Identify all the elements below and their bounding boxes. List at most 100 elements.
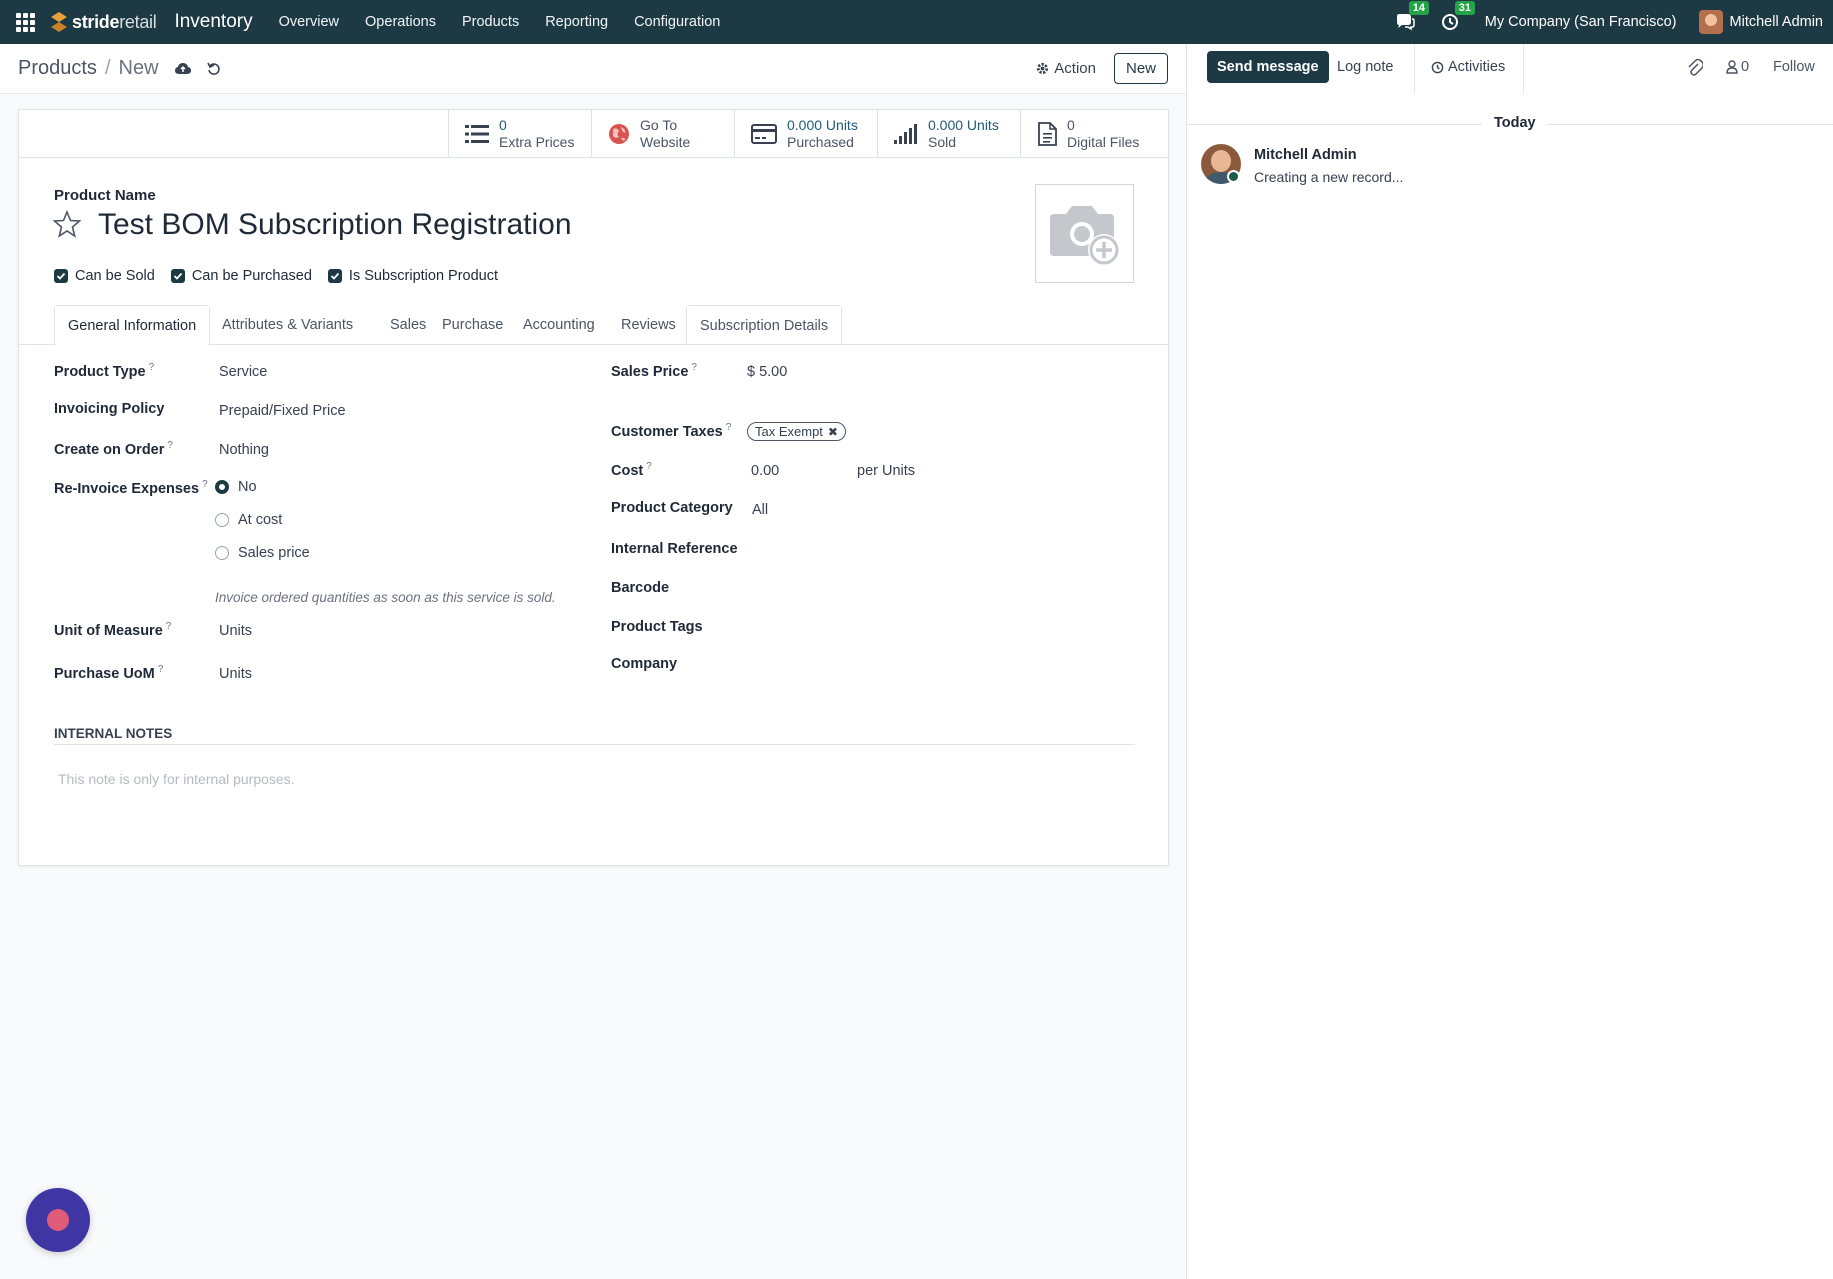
sales-price-label: Sales Price? [611, 362, 697, 380]
online-status-icon [1227, 170, 1240, 183]
purchased-button[interactable]: 0.000 Units Purchased [734, 110, 877, 158]
help-tooltip-icon[interactable]: ? [166, 621, 172, 632]
create-on-order-field[interactable]: Nothing [219, 442, 269, 458]
uom-field[interactable]: Units [219, 623, 252, 639]
company-switcher[interactable]: My Company (San Francisco) [1485, 14, 1677, 30]
brand-logo[interactable]: strideretail [50, 11, 157, 33]
user-icon [1726, 60, 1738, 74]
new-record-button[interactable]: New [1113, 53, 1168, 84]
barcode-field[interactable] [752, 580, 1132, 600]
product-type-label: Product Type? [54, 362, 155, 380]
help-tooltip-icon[interactable]: ? [646, 461, 652, 472]
product-image-upload[interactable] [1035, 184, 1134, 283]
nav-menu-operations[interactable]: Operations [365, 14, 436, 30]
remove-tag-icon[interactable]: ✖ [828, 425, 838, 439]
breadcrumb: Products / New [18, 57, 159, 80]
purchase-uom-field[interactable]: Units [219, 666, 252, 682]
internal-notes-heading: INTERNAL NOTES [54, 726, 173, 741]
tab-general-information[interactable]: General Information [54, 305, 211, 346]
reinvoice-radio-at-cost[interactable]: At cost [215, 512, 282, 528]
follow-button[interactable]: Follow [1773, 59, 1815, 75]
sold-button[interactable]: 0.000 Units Sold [877, 110, 1020, 158]
send-message-button[interactable]: Send message [1207, 51, 1329, 83]
radio-at-cost-label: At cost [238, 512, 283, 528]
help-tooltip-icon[interactable]: ? [202, 479, 208, 490]
help-tooltip-icon[interactable]: ? [726, 422, 732, 433]
section-divider [54, 744, 1135, 745]
tab-reviews[interactable]: Reviews [608, 305, 689, 345]
paperclip-icon[interactable] [1687, 58, 1705, 81]
can-be-sold-checkbox[interactable]: Can be Sold [54, 268, 155, 284]
messages-count-badge: 14 [1408, 1, 1429, 15]
product-name-field[interactable]: Test BOM Subscription Registration [98, 208, 572, 242]
radio-sales-price-label: Sales price [238, 545, 310, 561]
reinvoice-hint: Invoice ordered quantities as soon as th… [215, 590, 556, 605]
action-menu-button[interactable]: Action [1036, 60, 1096, 77]
sales-price-field[interactable]: $ 5.00 [747, 364, 787, 380]
digital-files-button[interactable]: 0 Digital Files [1020, 110, 1168, 158]
product-category-field[interactable]: All [752, 502, 768, 518]
extra-prices-value: 0 [499, 117, 507, 133]
form-sheet: 0 Extra Prices Go To Website 0.000 Units Pu… [18, 109, 1169, 866]
internal-notes-field[interactable]: This note is only for internal purposes. [58, 771, 295, 787]
tab-attributes-variants[interactable]: Attributes & Variants [209, 305, 366, 345]
radio-selected-icon [215, 480, 229, 494]
breadcrumb-products[interactable]: Products [18, 57, 97, 80]
nav-menu-overview[interactable]: Overview [279, 14, 339, 30]
product-type-field[interactable]: Service [219, 364, 267, 380]
help-tooltip-icon[interactable]: ? [149, 362, 155, 373]
reinvoice-radio-sales-price[interactable]: Sales price [215, 545, 310, 561]
cost-unit: per Units [857, 463, 916, 479]
app-menu-icon[interactable] [0, 0, 50, 44]
digital-files-label: Digital Files [1067, 134, 1140, 150]
product-tags-field[interactable] [752, 619, 1132, 639]
is-subscription-label: Is Subscription Product [348, 268, 499, 284]
followers-button[interactable]: 0 [1726, 59, 1749, 75]
can-be-purchased-checkbox[interactable]: Can be Purchased [170, 268, 312, 284]
user-name: Mitchell Admin [1729, 14, 1823, 30]
tab-purchase[interactable]: Purchase [429, 305, 516, 345]
save-cloud-icon[interactable] [174, 62, 191, 75]
breadcrumb-current: New [118, 57, 159, 79]
help-tooltip-icon[interactable]: ? [691, 362, 697, 373]
radio-empty-icon [215, 513, 229, 527]
nav-app-name[interactable]: Inventory [174, 11, 252, 33]
form-tabs: General Information Attributes & Variant… [19, 305, 1168, 346]
internal-reference-field[interactable] [752, 541, 1132, 561]
help-tooltip-icon[interactable]: ? [167, 440, 173, 451]
purchase-uom-label: Purchase UoM? [54, 664, 164, 682]
breadcrumb-separator: / [104, 57, 111, 79]
nav-menu-configuration[interactable]: Configuration [634, 14, 720, 30]
nav-menu-products[interactable]: Products [462, 14, 519, 30]
extra-prices-button[interactable]: 0 Extra Prices [448, 110, 591, 158]
tax-exempt-tag: Tax Exempt ✖ [747, 422, 846, 441]
tax-tag-label: Tax Exempt [755, 424, 823, 439]
nav-menu-reporting[interactable]: Reporting [545, 14, 608, 30]
user-menu[interactable]: Mitchell Admin [1698, 10, 1823, 34]
reinvoice-radio-no[interactable]: No [215, 479, 257, 495]
invoicing-policy-field[interactable]: Prepaid/Fixed Price [219, 403, 346, 419]
is-subscription-checkbox[interactable]: Is Subscription Product [327, 268, 499, 284]
customer-taxes-label: Customer Taxes? [611, 422, 732, 440]
tab-accounting[interactable]: Accounting [510, 305, 608, 345]
product-name-label: Product Name [54, 187, 156, 204]
floating-assistant-button[interactable] [26, 1188, 90, 1252]
tab-subscription-details[interactable]: Subscription Details [686, 305, 843, 345]
toolbar-divider [1414, 44, 1415, 94]
favorite-star-icon[interactable] [52, 209, 82, 242]
messages-button[interactable]: 14 [1395, 1, 1429, 31]
help-tooltip-icon[interactable]: ? [158, 664, 164, 675]
control-panel: Products / New Action New [0, 44, 1186, 94]
product-checkboxes: Can be Sold Can be Purchased Is Subscrip… [54, 268, 498, 284]
message-author[interactable]: Mitchell Admin [1254, 147, 1357, 163]
log-note-button[interactable]: Log note [1337, 59, 1393, 75]
message-body: Creating a new record... [1254, 169, 1404, 185]
activities-button[interactable]: Activities [1431, 59, 1505, 75]
company-field[interactable] [752, 656, 1132, 676]
radio-no-label: No [238, 479, 257, 495]
go-to-website-button[interactable]: Go To Website [591, 110, 734, 158]
activities-button[interactable]: 31 [1441, 1, 1475, 31]
cost-field[interactable]: 0.00 [751, 463, 779, 479]
discard-undo-icon[interactable] [206, 62, 221, 76]
digital-files-value: 0 [1067, 117, 1075, 133]
